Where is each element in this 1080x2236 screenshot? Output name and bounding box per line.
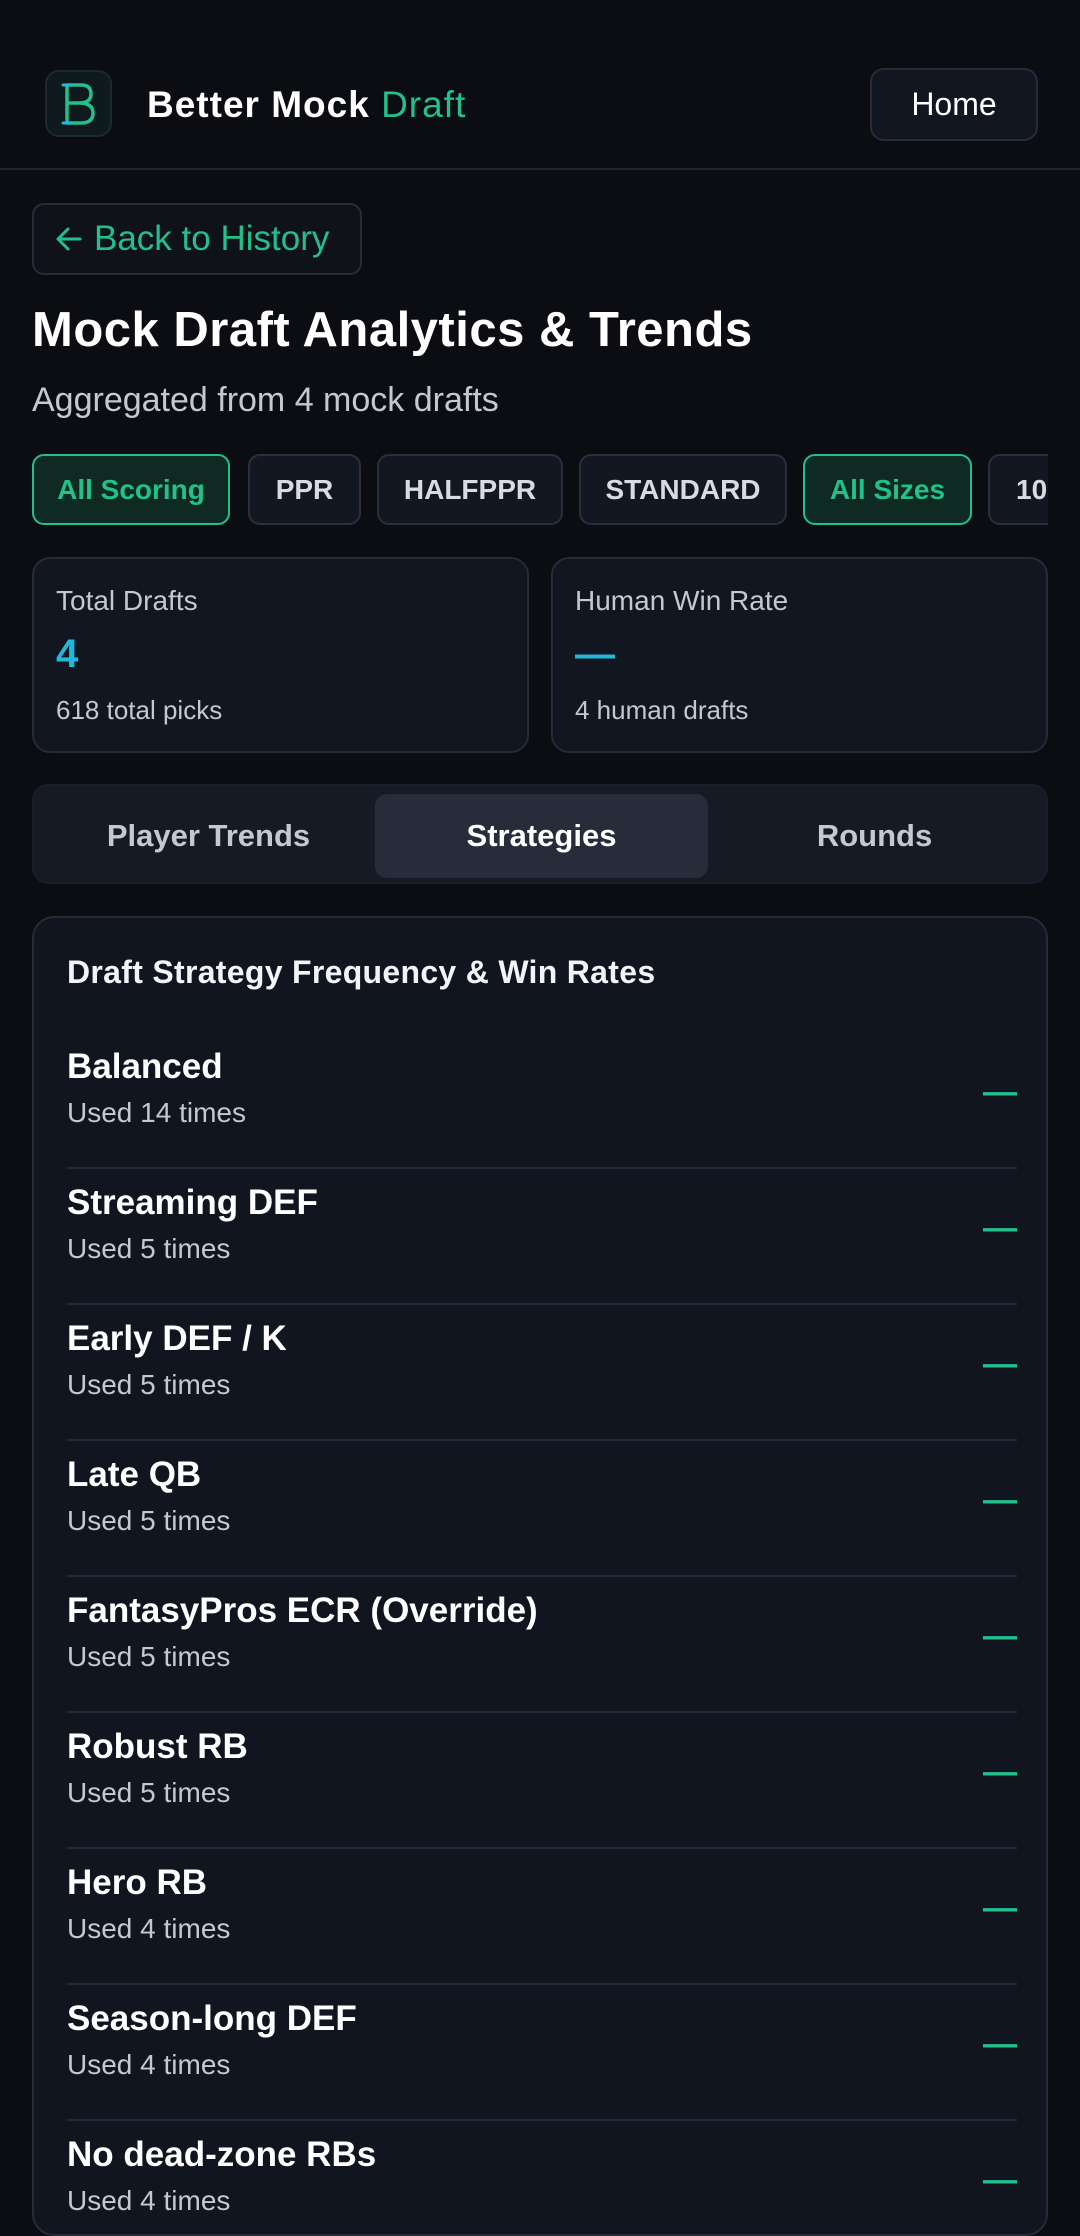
strategy-row[interactable]: Early DEF / K Used 5 times — <box>67 1305 1017 1441</box>
strategy-win-rate: — <box>983 1209 1017 1247</box>
strategy-name: No dead-zone RBs <box>67 2135 377 2174</box>
tab-rounds[interactable]: Rounds <box>708 794 1041 878</box>
filter-halfppr[interactable]: HALFPPR <box>377 454 563 525</box>
stat-card-total-drafts: Total Drafts 4 618 total picks <box>32 557 529 753</box>
filter-size-10[interactable]: 10 <box>988 454 1048 525</box>
strategy-win-rate: — <box>983 1073 1017 1111</box>
strategy-win-rate: — <box>983 2161 1017 2199</box>
strategy-usage: Used 4 times <box>67 2049 231 2080</box>
brand-title[interactable]: Better Mock Draft <box>147 80 466 130</box>
brand-name: Better Mock <box>147 84 370 125</box>
strategy-name: Season-long DEF <box>67 1999 357 2038</box>
stat-card-human-win-rate: Human Win Rate — 4 human drafts <box>551 557 1048 753</box>
top-bar: Better Mock Draft Home <box>0 0 1080 170</box>
strategy-name: Robust RB <box>67 1727 248 1766</box>
strategy-win-rate: — <box>983 2025 1017 2063</box>
strategy-row[interactable]: No dead-zone RBs Used 4 times — <box>67 2121 1017 2234</box>
strategy-row[interactable]: FantasyPros ECR (Override) Used 5 times … <box>67 1577 1017 1713</box>
page-subtitle: Aggregated from 4 mock drafts <box>32 381 499 419</box>
page-title: Mock Draft Analytics & Trends <box>32 303 753 357</box>
logo-icon[interactable] <box>45 70 112 137</box>
panel-title: Draft Strategy Frequency & Win Rates <box>67 954 656 990</box>
filter-standard[interactable]: STANDARD <box>579 454 787 525</box>
tab-player-trends[interactable]: Player Trends <box>42 794 375 878</box>
stat-label: Human Win Rate <box>575 585 789 616</box>
strategy-win-rate: — <box>983 1753 1017 1791</box>
strategy-row[interactable]: Streaming DEF Used 5 times — <box>67 1169 1017 1305</box>
filter-all-sizes[interactable]: All Sizes <box>803 454 972 525</box>
stat-sub: 4 human drafts <box>575 695 749 725</box>
strategy-name: Early DEF / K <box>67 1319 287 1358</box>
strategy-usage: Used 14 times <box>67 1097 246 1128</box>
strategy-usage: Used 5 times <box>67 1505 231 1536</box>
strategy-name: Streaming DEF <box>67 1183 318 1222</box>
arrow-left-icon <box>56 227 82 251</box>
tab-strategies[interactable]: Strategies <box>375 794 708 878</box>
stat-sub: 618 total picks <box>56 695 223 725</box>
strategy-row[interactable]: Season-long DEF Used 4 times — <box>67 1985 1017 2121</box>
strategy-name: Balanced <box>67 1047 223 1086</box>
filter-all-scoring[interactable]: All Scoring <box>32 454 230 525</box>
back-label: Back to History <box>94 219 330 258</box>
back-to-history-button[interactable]: Back to History <box>32 203 362 275</box>
strategy-row[interactable]: Hero RB Used 4 times — <box>67 1849 1017 1985</box>
strategy-usage: Used 5 times <box>67 1777 231 1808</box>
strategy-usage: Used 5 times <box>67 1641 231 1672</box>
strategy-usage: Used 4 times <box>67 2185 231 2216</box>
analytics-tabs: Player Trends Strategies Rounds <box>32 784 1048 884</box>
strategy-usage: Used 4 times <box>67 1913 231 1944</box>
strategy-name: FantasyPros ECR (Override) <box>67 1591 538 1630</box>
strategy-usage: Used 5 times <box>67 1369 231 1400</box>
filter-ppr[interactable]: PPR <box>248 454 361 525</box>
strategy-list: Balanced Used 14 times — Streaming DEF U… <box>67 1033 1017 2234</box>
strategy-row[interactable]: Balanced Used 14 times — <box>67 1033 1017 1169</box>
strategy-row[interactable]: Robust RB Used 5 times — <box>67 1713 1017 1849</box>
strategy-win-rate: — <box>983 1617 1017 1655</box>
strategy-win-rate: — <box>983 1889 1017 1927</box>
strategy-win-rate: — <box>983 1345 1017 1383</box>
strategy-win-rate: — <box>983 1481 1017 1519</box>
strategy-name: Hero RB <box>67 1863 208 1902</box>
filter-chips: All Scoring PPR HALFPPR STANDARD All Siz… <box>32 454 1048 527</box>
strategy-usage: Used 5 times <box>67 1233 231 1264</box>
home-button[interactable]: Home <box>870 68 1038 141</box>
stat-value: — <box>575 632 615 676</box>
brand-name-accent: Draft <box>381 84 467 125</box>
strategy-name: Late QB <box>67 1455 202 1494</box>
strategy-row[interactable]: Late QB Used 5 times — <box>67 1441 1017 1577</box>
stat-value: 4 <box>56 632 79 676</box>
stat-label: Total Drafts <box>56 585 198 616</box>
strategy-panel: Draft Strategy Frequency & Win Rates Bal… <box>32 916 1048 2236</box>
